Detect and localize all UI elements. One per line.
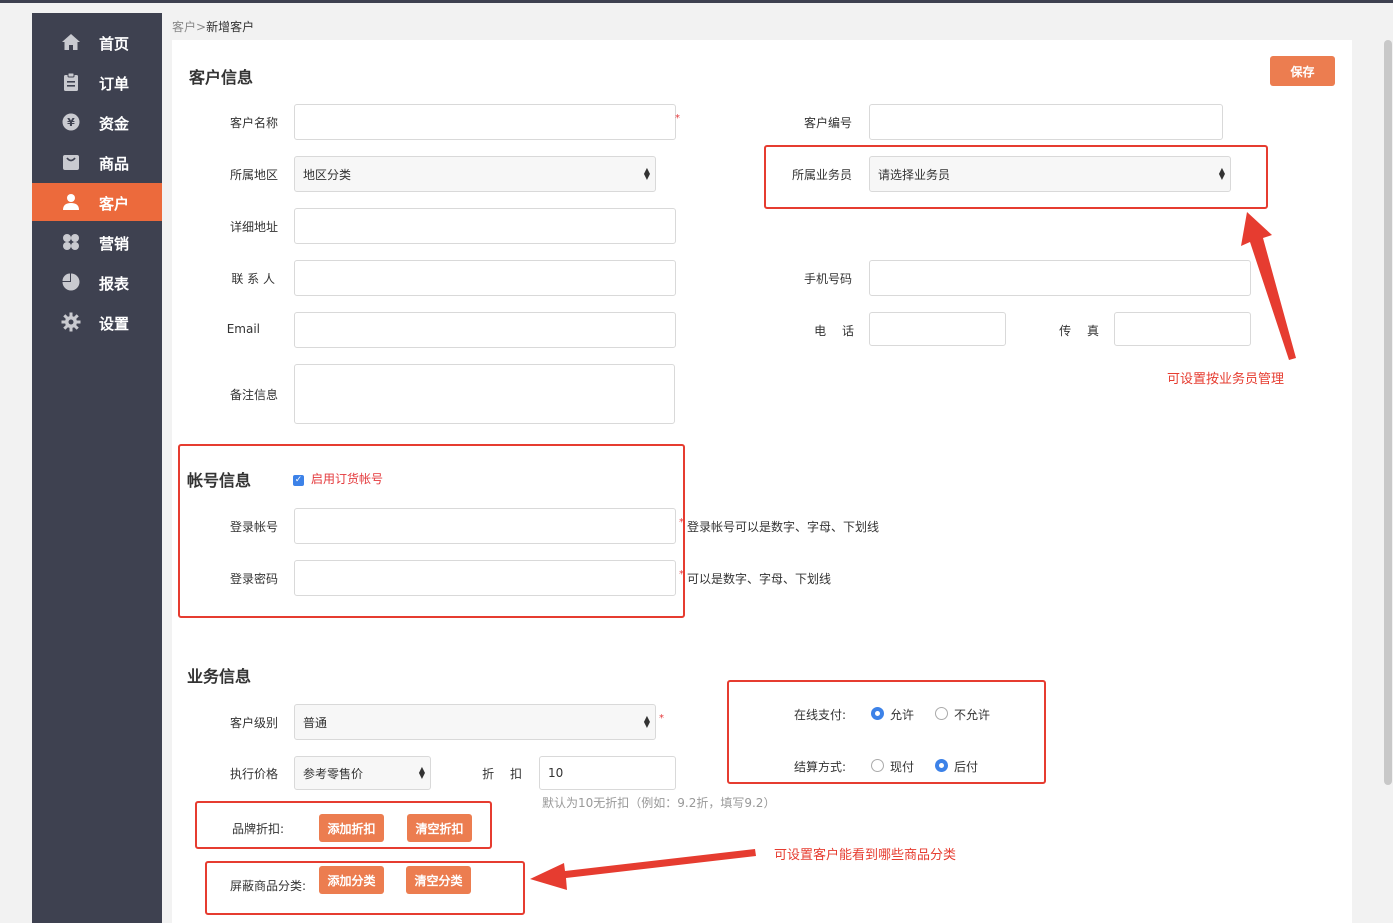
customer-code-label: 客户编号 — [803, 116, 852, 130]
breadcrumb-separator: > — [196, 20, 207, 34]
fax-label: 传 真 — [1059, 324, 1099, 338]
home-icon — [62, 34, 80, 50]
gear-icon — [61, 312, 81, 332]
price-select[interactable]: 参考零售价 ▲ ▼ — [294, 756, 431, 790]
login-password-hint: 可以是数字、字母、下划线 — [687, 572, 832, 586]
required-mark: * — [675, 113, 680, 124]
sidebar-item-funds[interactable]: ¥ 资金 — [32, 103, 162, 141]
customer-level-select[interactable]: 普通 ▲ ▼ — [294, 704, 656, 740]
sidebar-item-label: 首页 — [99, 35, 130, 53]
pie-chart-icon — [62, 273, 80, 291]
email-input[interactable] — [294, 312, 676, 348]
user-icon — [63, 194, 79, 210]
save-button[interactable]: 保存 — [1270, 56, 1335, 86]
sidebar-item-home[interactable]: 首页 — [32, 23, 162, 61]
annotation-box-account — [178, 444, 685, 618]
mobile-label: 手机号码 — [803, 272, 852, 286]
phone-label: 电 话 — [814, 324, 854, 338]
phone-input[interactable] — [869, 312, 1006, 346]
address-label: 详细地址 — [229, 220, 278, 234]
annotation-salesman-note: 可设置按业务员管理 — [1167, 372, 1285, 387]
remark-textarea[interactable] — [294, 364, 675, 424]
discount-input[interactable]: 10 — [539, 756, 676, 790]
sidebar-item-label: 资金 — [99, 115, 130, 133]
annotation-box-salesman — [764, 145, 1268, 209]
sidebar-item-label: 客户 — [99, 195, 130, 213]
section-title-customer: 客户信息 — [189, 68, 254, 87]
clipboard-icon — [64, 72, 78, 91]
annotation-box-hide-category — [205, 861, 525, 915]
customer-code-input[interactable] — [869, 104, 1223, 140]
region-select-value: 地区分类 — [303, 167, 352, 182]
annotation-box-brand-discount — [195, 801, 492, 849]
sidebar-item-products[interactable]: 商品 — [32, 143, 162, 181]
scrollbar[interactable] — [1384, 40, 1392, 785]
top-bar — [0, 0, 1393, 3]
sidebar-item-label: 商品 — [99, 155, 130, 173]
sidebar-item-label: 设置 — [99, 315, 130, 333]
contact-input[interactable] — [294, 260, 676, 296]
customer-name-label: 客户名称 — [229, 116, 278, 130]
sidebar-item-reports[interactable]: 报表 — [32, 263, 162, 301]
breadcrumb-parent[interactable]: 客户 — [172, 20, 196, 34]
discount-hint: 默认为10无折扣（例如：9.2折，填写9.2） — [542, 796, 776, 810]
required-mark: * — [659, 713, 664, 724]
discount-label: 折 扣 — [482, 767, 522, 781]
email-label: Email — [226, 322, 260, 336]
sidebar-item-customers[interactable]: 客户 — [32, 183, 162, 221]
breadcrumb: 客户>新增客户 — [172, 18, 254, 35]
address-input[interactable] — [294, 208, 676, 244]
sidebar-item-marketing[interactable]: 营销 — [32, 223, 162, 261]
sidebar-item-orders[interactable]: 订单 — [32, 63, 162, 101]
section-title-business: 业务信息 — [187, 667, 252, 686]
annotation-box-payment — [727, 680, 1046, 784]
fax-input[interactable] — [1114, 312, 1251, 346]
yen-coin-icon: ¥ — [62, 113, 80, 131]
customer-level-label: 客户级别 — [229, 716, 278, 730]
login-account-hint: 登录帐号可以是数字、字母、下划线 — [687, 520, 880, 534]
price-select-value: 参考零售价 — [303, 766, 364, 781]
customer-name-input[interactable] — [294, 104, 676, 140]
bag-icon — [63, 155, 79, 170]
clover-icon — [63, 234, 79, 250]
select-arrows-icon: ▲ ▼ — [643, 166, 650, 181]
mobile-input[interactable] — [869, 260, 1251, 296]
sidebar-item-label: 订单 — [99, 75, 130, 93]
price-label: 执行价格 — [229, 767, 278, 781]
sidebar-item-settings[interactable]: 设置 — [32, 303, 162, 341]
annotation-category-note: 可设置客户能看到哪些商品分类 — [774, 848, 957, 863]
remark-label: 备注信息 — [229, 388, 278, 402]
region-select[interactable]: 地区分类 ▲ ▼ — [294, 156, 656, 192]
customer-level-value: 普通 — [303, 715, 328, 730]
sidebar: 首页 订单 ¥ 资金 商品 客户 营销 报表 设置 — [32, 13, 162, 923]
svg-text:¥: ¥ — [67, 116, 75, 129]
region-label: 所属地区 — [229, 168, 278, 182]
breadcrumb-current: 新增客户 — [206, 20, 255, 34]
select-arrows-icon: ▲ ▼ — [643, 714, 650, 729]
sidebar-item-label: 营销 — [99, 235, 130, 253]
contact-label: 联 系 人 — [231, 272, 275, 286]
sidebar-item-label: 报表 — [99, 275, 130, 293]
